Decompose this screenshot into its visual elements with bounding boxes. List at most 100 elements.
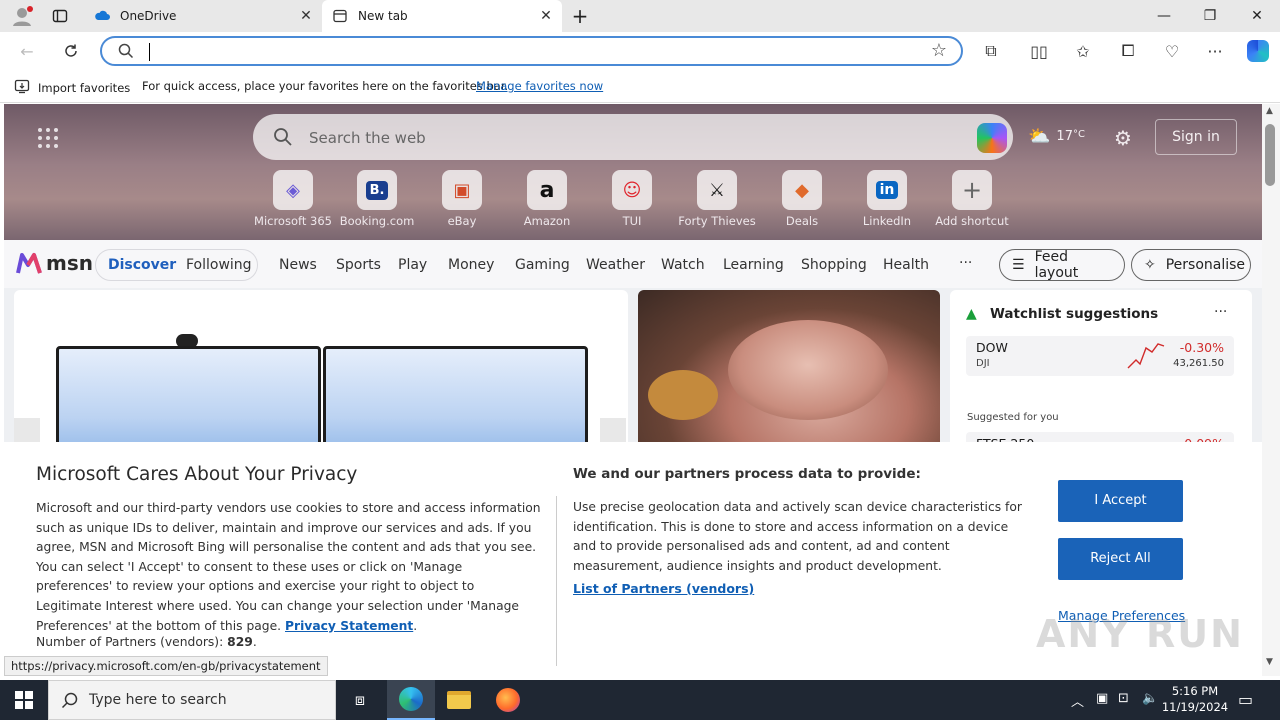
- nav-more-button[interactable]: ···: [959, 255, 972, 271]
- manage-favorites-link[interactable]: Manage favorites now: [476, 79, 603, 93]
- file-explorer-icon[interactable]: [435, 680, 483, 720]
- purpose-title: We and our partners process data to prov…: [573, 466, 921, 482]
- linkedin-icon: in: [867, 170, 907, 210]
- show-hidden-icons[interactable]: ︿: [1071, 691, 1084, 710]
- start-button[interactable]: [0, 680, 48, 720]
- collections-icon[interactable]: ⧠: [1113, 36, 1143, 66]
- privacy-body: Microsoft and our third-party vendors us…: [36, 501, 541, 633]
- sliders-icon: ☰: [1012, 257, 1025, 273]
- nav-shopping[interactable]: Shopping: [801, 257, 867, 273]
- shortcut-microsoft-365[interactable]: ◈ Microsoft 365: [251, 170, 335, 228]
- nav-weather[interactable]: Weather: [586, 257, 645, 273]
- search-icon: [118, 43, 134, 62]
- shortcut-booking[interactable]: B. Booking.com: [335, 170, 419, 228]
- nav-play[interactable]: Play: [398, 257, 427, 273]
- split-screen-icon[interactable]: ▯▯: [1024, 36, 1054, 66]
- nav-gaming[interactable]: Gaming: [515, 257, 570, 273]
- extensions-icon[interactable]: ⧉: [976, 36, 1006, 66]
- weather-widget[interactable]: ⛅ 17°C: [1028, 126, 1085, 147]
- favorites-bar: Import favorites For quick access, place…: [0, 70, 1280, 103]
- scroll-up-icon[interactable]: ▲: [1266, 106, 1273, 116]
- shortcut-amazon[interactable]: a Amazon: [505, 170, 589, 228]
- tab-label: OneDrive: [120, 9, 177, 23]
- reject-all-button[interactable]: Reject All: [1058, 538, 1183, 580]
- taskbar-clock[interactable]: 5:16 PM 11/19/2024: [1160, 683, 1230, 715]
- back-button[interactable]: ←: [12, 36, 42, 66]
- close-tab-icon[interactable]: ✕: [538, 8, 554, 24]
- purpose-body: Use precise geolocation data and activel…: [573, 500, 1022, 573]
- app-launcher-icon[interactable]: [38, 128, 58, 148]
- shortcut-add[interactable]: + Add shortcut: [930, 170, 1014, 228]
- close-window-button[interactable]: ✕: [1234, 0, 1280, 32]
- list-of-partners-link[interactable]: List of Partners (vendors): [573, 581, 754, 596]
- favorites-icon[interactable]: ✩: [1068, 36, 1098, 66]
- nav-money[interactable]: Money: [448, 257, 494, 273]
- scroll-down-icon[interactable]: ▼: [1266, 657, 1273, 667]
- tab-actions-icon[interactable]: [52, 8, 68, 24]
- taskbar-search-box[interactable]: Type here to search: [48, 680, 336, 720]
- device-icon[interactable]: ▣: [1096, 691, 1108, 706]
- tab-new-tab[interactable]: New tab ✕: [322, 0, 562, 32]
- shortcut-tui[interactable]: ☺ TUI: [590, 170, 674, 228]
- shortcut-deals[interactable]: ◆ Deals: [760, 170, 844, 228]
- tab-label: New tab: [358, 9, 408, 23]
- refresh-button[interactable]: [56, 36, 86, 66]
- new-tab-button[interactable]: +: [568, 4, 592, 28]
- personalise-button[interactable]: ✧ Personalise: [1131, 249, 1251, 281]
- tab-discover[interactable]: Discover: [108, 257, 176, 273]
- settings-more-icon[interactable]: ···: [1200, 36, 1230, 66]
- scrollbar-thumb[interactable]: [1265, 124, 1275, 186]
- page-settings-gear-icon[interactable]: ⚙: [1114, 126, 1132, 150]
- nav-learning[interactable]: Learning: [723, 257, 784, 273]
- copilot-icon[interactable]: [1243, 36, 1273, 66]
- import-folder-icon: [14, 78, 30, 97]
- browser-toolbar: ← ☆ ⧉ ▯▯ ✩ ⧠ ♡ ···: [0, 32, 1280, 70]
- address-bar[interactable]: ☆: [100, 36, 963, 66]
- sign-in-button[interactable]: Sign in: [1155, 119, 1237, 155]
- nav-health[interactable]: Health: [883, 257, 929, 273]
- hero-background: Search the web ⛅ 17°C ⚙ Sign in ◈ Micros…: [4, 104, 1262, 240]
- notifications-icon[interactable]: ▭: [1238, 690, 1253, 709]
- status-bar-url: https://privacy.microsoft.com/en-gb/priv…: [4, 656, 328, 676]
- task-view-icon[interactable]: ⧈: [336, 680, 384, 720]
- address-input[interactable]: [146, 43, 906, 61]
- nav-sports[interactable]: Sports: [336, 257, 381, 273]
- web-search-box[interactable]: Search the web: [253, 114, 1013, 160]
- network-icon[interactable]: ⊡: [1118, 691, 1129, 706]
- nav-news[interactable]: News: [279, 257, 317, 273]
- restore-button[interactable]: ❐: [1187, 0, 1233, 32]
- feed-layout-button[interactable]: ☰ Feed layout: [999, 249, 1125, 281]
- edge-taskbar-icon[interactable]: [387, 680, 435, 720]
- privacy-title: Microsoft Cares About Your Privacy: [36, 464, 358, 485]
- search-icon: [61, 692, 78, 712]
- shortcut-linkedin[interactable]: in LinkedIn: [845, 170, 929, 228]
- tab-following[interactable]: Following: [186, 257, 252, 273]
- shortcut-label: Microsoft 365: [254, 214, 332, 228]
- watchlist-more-button[interactable]: ···: [1214, 304, 1227, 320]
- close-tab-icon[interactable]: ✕: [298, 8, 314, 24]
- shortcut-label: LinkedIn: [862, 214, 912, 228]
- favorite-star-icon[interactable]: ☆: [931, 40, 947, 61]
- shortcut-forty-thieves[interactable]: ⚔ Forty Thieves: [675, 170, 759, 228]
- import-favorites-button[interactable]: Import favorites: [14, 78, 130, 97]
- firefox-icon[interactable]: [484, 680, 532, 720]
- ticker-row-dow[interactable]: DOW DJI -0.30% 43,261.50: [966, 336, 1234, 376]
- amazon-icon: a: [527, 170, 567, 210]
- minimize-button[interactable]: —: [1141, 0, 1187, 32]
- shortcut-ebay[interactable]: ▣ eBay: [420, 170, 504, 228]
- nav-watch[interactable]: Watch: [661, 257, 705, 273]
- privacy-statement-link[interactable]: Privacy Statement: [285, 619, 413, 633]
- partners-count-row: Number of Partners (vendors): 829.: [36, 635, 257, 649]
- crossed-swords-icon: ⚔: [697, 170, 737, 210]
- profile-avatar[interactable]: [10, 4, 34, 28]
- copilot-icon[interactable]: [977, 123, 1007, 153]
- volume-icon[interactable]: 🔈: [1142, 691, 1158, 706]
- tab-onedrive[interactable]: OneDrive ✕: [84, 0, 322, 32]
- clock-date: 11/19/2024: [1161, 700, 1229, 714]
- page-scrollbar[interactable]: ▲ ▼: [1262, 104, 1280, 676]
- msn-logo[interactable]: msn: [16, 251, 93, 275]
- web-search-placeholder: Search the web: [309, 129, 426, 147]
- browser-essentials-icon[interactable]: ♡: [1157, 36, 1187, 66]
- anyrun-watermark: ANY RUN: [1036, 612, 1244, 656]
- accept-button[interactable]: I Accept: [1058, 480, 1183, 522]
